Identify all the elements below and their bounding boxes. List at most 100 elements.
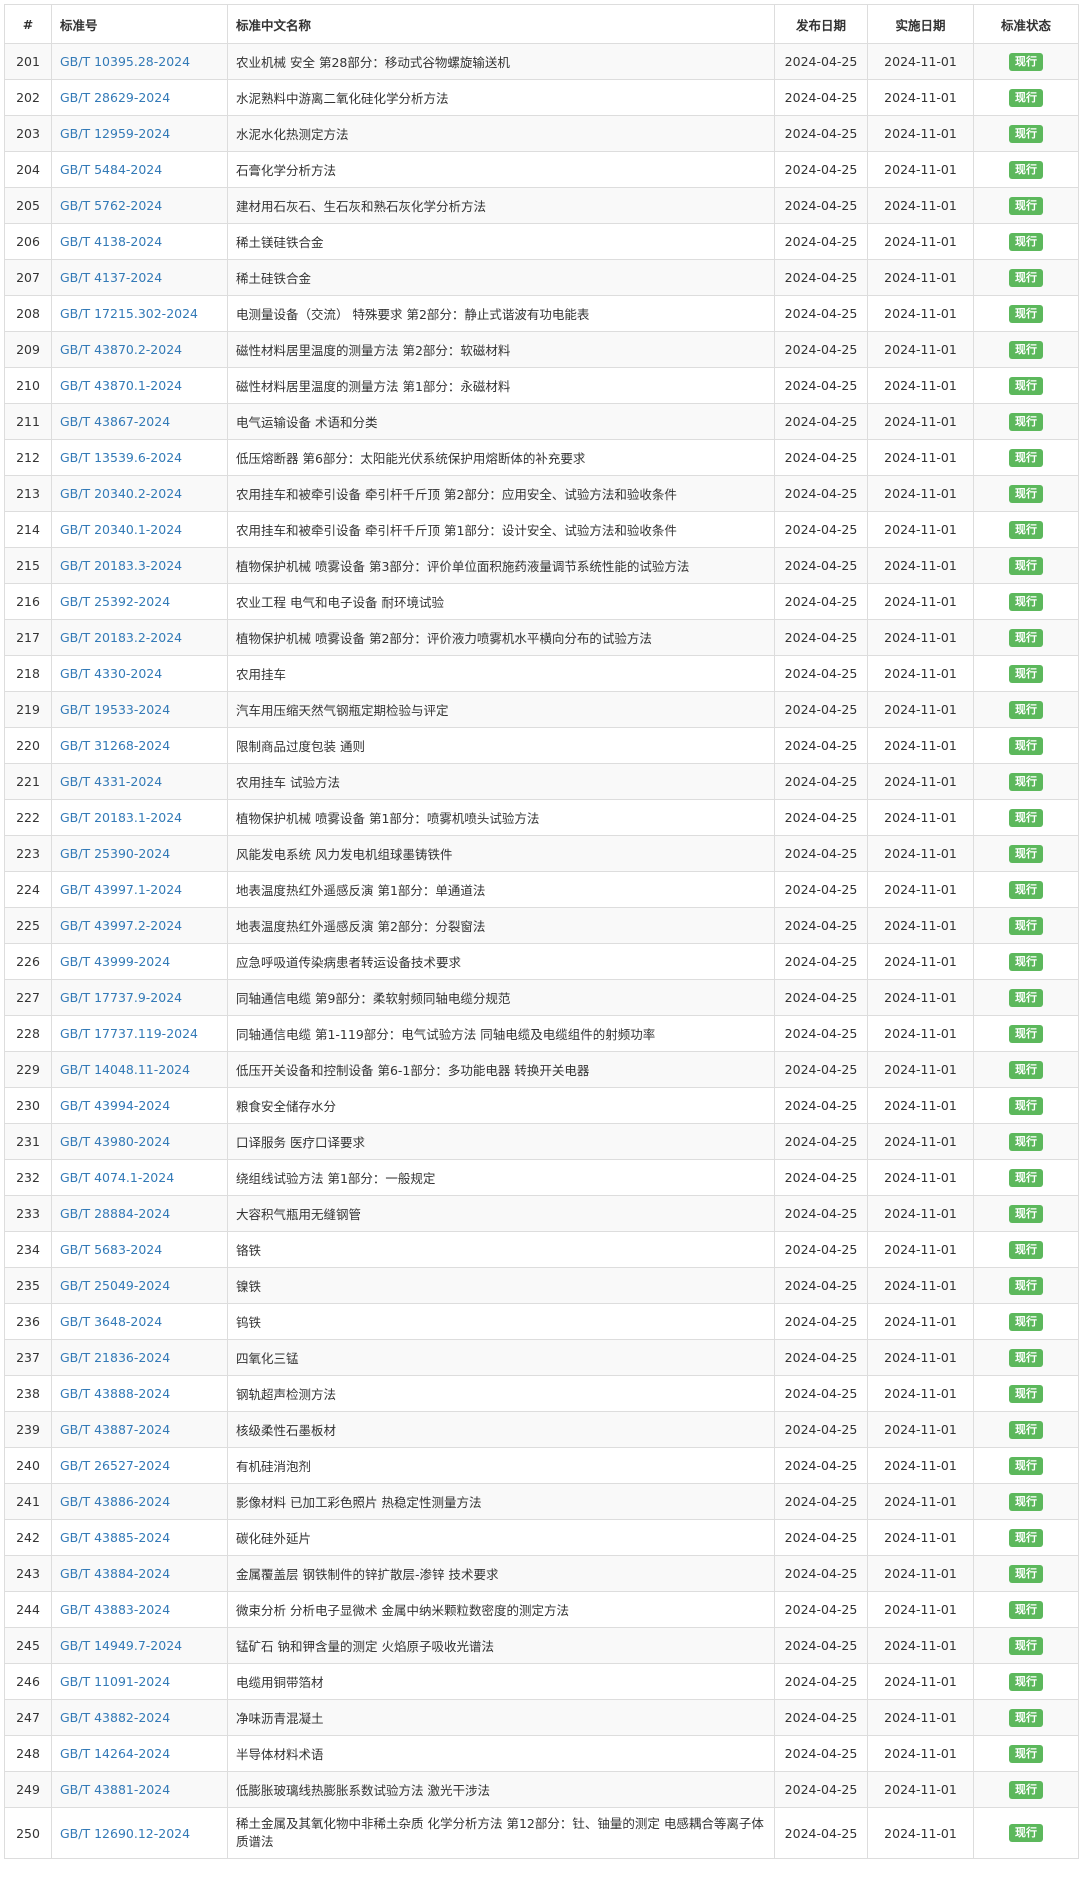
standard-code-link[interactable]: GB/T 14264-2024	[60, 1746, 170, 1761]
status-cell: 现行	[973, 187, 1079, 224]
standard-code-link[interactable]: GB/T 4138-2024	[60, 234, 162, 249]
table-row: 238 GB/T 43888-2024 钢轨超声检测方法 2024-04-25 2024…	[4, 1375, 1079, 1412]
standard-code-link[interactable]: GB/T 43997.1-2024	[60, 882, 182, 897]
status-cell: 现行	[973, 727, 1079, 764]
row-number: 216	[4, 583, 52, 620]
row-number: 202	[4, 79, 52, 116]
status-badge: 现行	[1009, 1492, 1043, 1511]
standard-code-link[interactable]: GB/T 14048.11-2024	[60, 1062, 190, 1077]
status-cell: 现行	[973, 1267, 1079, 1304]
standard-code-cell: GB/T 5484-2024	[51, 151, 228, 188]
status-badge: 现行	[1009, 232, 1043, 251]
standard-code-link[interactable]: GB/T 14949.7-2024	[60, 1638, 182, 1653]
standard-code-link[interactable]: GB/T 43883-2024	[60, 1602, 170, 1617]
publish-date: 2024-04-25	[774, 547, 868, 584]
standard-code-link[interactable]: GB/T 20340.1-2024	[60, 522, 182, 537]
standard-code-link[interactable]: GB/T 17737.119-2024	[60, 1026, 198, 1041]
standard-code-link[interactable]: GB/T 28629-2024	[60, 90, 170, 105]
standard-code-link[interactable]: GB/T 5762-2024	[60, 198, 162, 213]
publish-date: 2024-04-25	[774, 1051, 868, 1088]
standard-code-link[interactable]: GB/T 10395.28-2024	[60, 54, 190, 69]
table-row: 239 GB/T 43887-2024 核级柔性石墨板材 2024-04-25 2024…	[4, 1411, 1079, 1448]
standard-code-link[interactable]: GB/T 20183.3-2024	[60, 558, 182, 573]
standard-code-link[interactable]: GB/T 43886-2024	[60, 1494, 170, 1509]
table-row: 205 GB/T 5762-2024 建材用石灰石、生石灰和熟石灰化学分析方法 202…	[4, 187, 1079, 224]
implementation-date: 2024-11-01	[867, 547, 974, 584]
status-cell: 现行	[973, 43, 1079, 80]
standard-code-link[interactable]: GB/T 11091-2024	[60, 1674, 170, 1689]
status-cell: 现行	[973, 79, 1079, 116]
table-row: 221 GB/T 4331-2024 农用挂车 试验方法 2024-04-25 2024…	[4, 763, 1079, 800]
standard-code-link[interactable]: GB/T 13539.6-2024	[60, 450, 182, 465]
status-cell: 现行	[973, 547, 1079, 584]
standard-code-cell: GB/T 12959-2024	[51, 115, 228, 152]
standard-code-link[interactable]: GB/T 28884-2024	[60, 1206, 170, 1221]
standard-code-link[interactable]: GB/T 12690.12-2024	[60, 1826, 190, 1841]
standard-code-link[interactable]: GB/T 20183.1-2024	[60, 810, 182, 825]
standard-code-cell: GB/T 43867-2024	[51, 403, 228, 440]
status-cell: 现行	[973, 403, 1079, 440]
publish-date: 2024-04-25	[774, 187, 868, 224]
row-number: 205	[4, 187, 52, 224]
standard-name: 镍铁	[227, 1267, 775, 1304]
standard-code-link[interactable]: GB/T 43881-2024	[60, 1782, 170, 1797]
standard-code-link[interactable]: GB/T 43885-2024	[60, 1530, 170, 1545]
standard-name: 水泥水化热测定方法	[227, 115, 775, 152]
standard-code-link[interactable]: GB/T 25390-2024	[60, 846, 170, 861]
implementation-date: 2024-11-01	[867, 151, 974, 188]
standard-code-link[interactable]: GB/T 17737.9-2024	[60, 990, 182, 1005]
row-number: 224	[4, 871, 52, 908]
table-row: 230 GB/T 43994-2024 粮食安全储存水分 2024-04-25 2024…	[4, 1087, 1079, 1124]
table-row: 246 GB/T 11091-2024 电缆用铜带箔材 2024-04-25 2024-…	[4, 1663, 1079, 1700]
standard-code-link[interactable]: GB/T 43887-2024	[60, 1422, 170, 1437]
row-number: 241	[4, 1483, 52, 1520]
standard-code-link[interactable]: GB/T 19533-2024	[60, 702, 170, 717]
standard-code-link[interactable]: GB/T 3648-2024	[60, 1314, 162, 1329]
table-header: # 标准号 标准中文名称 发布日期 实施日期 标准状态	[4, 4, 1079, 44]
standard-code-link[interactable]: GB/T 5683-2024	[60, 1242, 162, 1257]
standard-code-cell: GB/T 20340.2-2024	[51, 475, 228, 512]
standard-code-link[interactable]: GB/T 12959-2024	[60, 126, 170, 141]
standard-code-link[interactable]: GB/T 21836-2024	[60, 1350, 170, 1365]
row-number: 213	[4, 475, 52, 512]
status-badge: 现行	[1009, 628, 1043, 647]
standard-code-link[interactable]: GB/T 43980-2024	[60, 1134, 170, 1149]
standard-code-link[interactable]: GB/T 43997.2-2024	[60, 918, 182, 933]
standard-code-link[interactable]: GB/T 25392-2024	[60, 594, 170, 609]
standard-code-link[interactable]: GB/T 43870.2-2024	[60, 342, 182, 357]
table-row: 232 GB/T 4074.1-2024 绕组线试验方法 第1部分：一般规定 2024…	[4, 1159, 1079, 1196]
standard-code-link[interactable]: GB/T 20183.2-2024	[60, 630, 182, 645]
status-cell: 现行	[973, 1483, 1079, 1520]
standard-code-link[interactable]: GB/T 26527-2024	[60, 1458, 170, 1473]
implementation-date: 2024-11-01	[867, 1735, 974, 1772]
implementation-date: 2024-11-01	[867, 367, 974, 404]
table-row: 231 GB/T 43980-2024 口译服务 医疗口译要求 2024-04-25 2…	[4, 1123, 1079, 1160]
standard-code-link[interactable]: GB/T 43867-2024	[60, 414, 170, 429]
implementation-date: 2024-11-01	[867, 583, 974, 620]
standard-code-link[interactable]: GB/T 25049-2024	[60, 1278, 170, 1293]
row-number: 225	[4, 907, 52, 944]
standard-code-link[interactable]: GB/T 4331-2024	[60, 774, 162, 789]
standard-code-link[interactable]: GB/T 43870.1-2024	[60, 378, 182, 393]
publish-date: 2024-04-25	[774, 943, 868, 980]
standard-code-link[interactable]: GB/T 43882-2024	[60, 1710, 170, 1725]
standard-code-link[interactable]: GB/T 31268-2024	[60, 738, 170, 753]
standard-code-link[interactable]: GB/T 4074.1-2024	[60, 1170, 174, 1185]
table-row: 241 GB/T 43886-2024 影像材料 已加工彩色照片 热稳定性测量方法 2…	[4, 1483, 1079, 1520]
standard-code-link[interactable]: GB/T 4137-2024	[60, 270, 162, 285]
standard-code-link[interactable]: GB/T 43884-2024	[60, 1566, 170, 1581]
standard-code-link[interactable]: GB/T 4330-2024	[60, 666, 162, 681]
standard-code-link[interactable]: GB/T 43994-2024	[60, 1098, 170, 1113]
standard-code-link[interactable]: GB/T 17215.302-2024	[60, 306, 198, 321]
standard-code-link[interactable]: GB/T 43888-2024	[60, 1386, 170, 1401]
publish-date: 2024-04-25	[774, 1303, 868, 1340]
standard-code-link[interactable]: GB/T 43999-2024	[60, 954, 170, 969]
table-row: 209 GB/T 43870.2-2024 磁性材料居里温度的测量方法 第2部分：软…	[4, 331, 1079, 368]
table-row: 242 GB/T 43885-2024 碳化硅外延片 2024-04-25 2024-1…	[4, 1519, 1079, 1556]
standard-code-link[interactable]: GB/T 20340.2-2024	[60, 486, 182, 501]
standard-code-link[interactable]: GB/T 5484-2024	[60, 162, 162, 177]
table-row: 228 GB/T 17737.119-2024 同轴通信电缆 第1-119部分：电气…	[4, 1015, 1079, 1052]
publish-date: 2024-04-25	[774, 1735, 868, 1772]
implementation-date: 2024-11-01	[867, 1087, 974, 1124]
implementation-date: 2024-11-01	[867, 619, 974, 656]
